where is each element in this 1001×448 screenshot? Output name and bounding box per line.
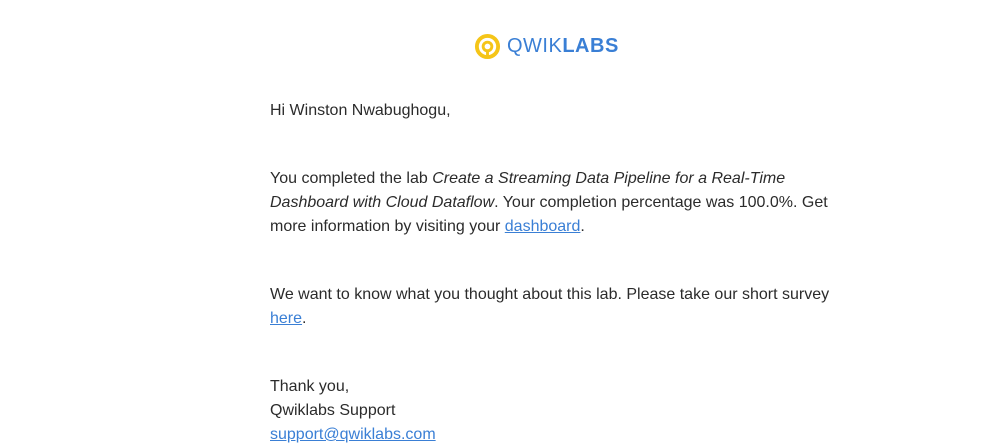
email-body: Hi Winston Nwabughogu, You completed the…	[270, 99, 830, 447]
completion-paragraph: You completed the lab Create a Streaming…	[270, 167, 830, 239]
logo-wordmark-light: QWIK	[507, 35, 563, 57]
survey-prefix: We want to know what you thought about t…	[270, 286, 830, 303]
support-email-link[interactable]: support@qwiklabs.com	[270, 426, 436, 443]
completion-prefix: You completed the lab	[270, 170, 433, 187]
greeting: Hi Winston Nwabughogu,	[270, 102, 451, 119]
survey-link[interactable]: here	[270, 310, 302, 327]
logo-wordmark-bold: LABS	[562, 35, 619, 57]
qwiklabs-logo: QWIKLABS	[474, 32, 619, 60]
qwiklabs-logo-icon	[474, 33, 501, 59]
survey-suffix: .	[302, 310, 307, 327]
logo-wordmark: QWIKLABS	[507, 32, 619, 60]
survey-paragraph: We want to know what you thought about t…	[270, 283, 830, 331]
signoff-thanks: Thank you,	[270, 378, 350, 395]
signoff-sender: Qwiklabs Support	[270, 402, 396, 419]
signoff-email-line: support@qwiklabs.com	[270, 423, 830, 447]
dashboard-link[interactable]: dashboard	[505, 218, 581, 235]
completion-suffix: .	[580, 218, 585, 235]
